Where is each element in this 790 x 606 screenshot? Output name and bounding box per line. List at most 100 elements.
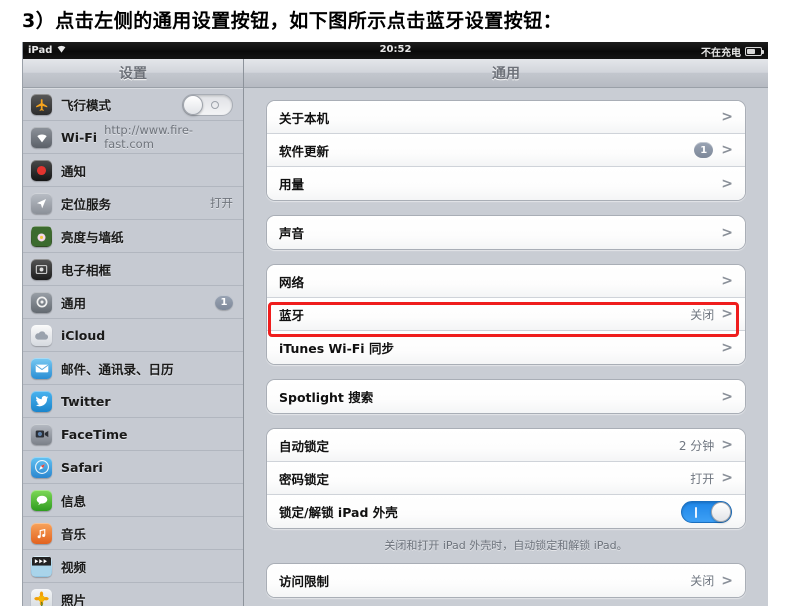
settings-group-spotlight: Spotlight 搜索 >: [266, 379, 746, 414]
chevron-right-icon: >: [721, 175, 733, 192]
sidebar-item-label: 通知: [61, 163, 87, 179]
row-software-update[interactable]: 软件更新 1 >: [267, 134, 745, 167]
sidebar-item-label: 通用: [61, 295, 87, 311]
picture-frame-icon: [31, 258, 52, 280]
sidebar-item-label: 电子相框: [61, 262, 112, 278]
sidebar-item-general[interactable]: 通用 1: [23, 286, 243, 319]
settings-group-about: 关于本机 > 软件更新 1 > 用量 >: [266, 100, 746, 201]
sidebar-item-location-services[interactable]: 定位服务 打开: [23, 187, 243, 220]
notifications-icon: [31, 159, 52, 181]
split-view: 设置 飞行模式 Wi-Fi http://www.fire-fast.com 通…: [23, 59, 768, 606]
row-network[interactable]: 网络 >: [267, 265, 745, 298]
instruction-caption: 3）点击左侧的通用设置按钮，如下图所示点击蓝牙设置按钮：: [22, 10, 563, 32]
sidebar-item-notifications[interactable]: 通知: [23, 154, 243, 187]
row-restrictions[interactable]: 访问限制 关闭 >: [267, 564, 745, 597]
row-label: 密码锁定: [279, 471, 330, 487]
row-usage[interactable]: 用量 >: [267, 167, 745, 200]
general-badge: 1: [215, 294, 233, 310]
status-bar-right: 不在充电: [701, 44, 764, 59]
sidebar-item-twitter[interactable]: Twitter: [23, 385, 243, 418]
row-about[interactable]: 关于本机 >: [267, 101, 745, 134]
sidebar-item-label: 飞行模式: [61, 98, 112, 113]
row-ipad-cover-lock[interactable]: 锁定/解锁 iPad 外壳: [267, 495, 745, 528]
airplane-mode-toggle[interactable]: [182, 93, 233, 116]
chevron-right-icon: >: [721, 388, 733, 405]
general-icon: [31, 291, 52, 313]
row-label: 网络: [279, 274, 305, 290]
sidebar-item-label: iCloud: [61, 327, 106, 343]
sidebar-item-messages[interactable]: 信息: [23, 484, 243, 517]
sidebar-item-photos[interactable]: 照片: [23, 583, 243, 606]
sidebar-item-airplane-mode[interactable]: 飞行模式: [23, 88, 243, 121]
wifi-settings-icon: [31, 126, 52, 148]
sidebar-item-wifi[interactable]: Wi-Fi http://www.fire-fast.com: [23, 121, 243, 154]
location-icon: [31, 192, 52, 214]
general-settings-list: 关于本机 > 软件更新 1 > 用量 > 声音 > 网络 > 蓝牙 关闭 > i…: [244, 88, 768, 606]
row-label: 用量: [279, 177, 305, 192]
detail-title-bar: 通用: [244, 59, 768, 88]
row-label: 访问限制: [279, 574, 330, 589]
chevron-right-icon: >: [721, 470, 733, 486]
chevron-right-icon: >: [721, 273, 733, 289]
sidebar-item-label: 视频: [61, 559, 87, 575]
bluetooth-status-value: 关闭: [690, 307, 715, 322]
row-spotlight-search[interactable]: Spotlight 搜索 >: [267, 380, 745, 413]
settings-sidebar: 设置 飞行模式 Wi-Fi http://www.fire-fast.com 通…: [23, 59, 244, 606]
auto-lock-value: 2 分钟: [678, 438, 715, 453]
chevron-right-icon: >: [721, 109, 733, 125]
row-passcode-lock[interactable]: 密码锁定 打开 >: [267, 462, 745, 495]
sidebar-item-label: 音乐: [61, 526, 87, 542]
ipad-cover-lock-toggle[interactable]: [681, 500, 732, 523]
sidebar-item-icloud[interactable]: iCloud: [23, 319, 243, 352]
status-bar: iPad 20:52 不在充电: [23, 42, 768, 59]
chevron-right-icon: >: [721, 437, 733, 453]
sidebar-item-label: 照片: [61, 592, 87, 606]
sidebar-item-safari[interactable]: Safari: [23, 451, 243, 484]
row-label: 声音: [279, 226, 305, 241]
row-sounds[interactable]: 声音 >: [267, 216, 745, 249]
row-label: 蓝牙: [279, 307, 305, 323]
row-bluetooth[interactable]: 蓝牙 关闭 >: [267, 298, 745, 331]
sidebar-item-label: Wi-Fi: [61, 129, 98, 145]
sidebar-list: 飞行模式 Wi-Fi http://www.fire-fast.com 通知 定…: [23, 88, 243, 606]
passcode-lock-value: 打开: [690, 471, 715, 486]
twitter-icon: [31, 390, 52, 412]
sidebar-item-mail-contacts-calendars[interactable]: 邮件、通讯录、日历: [23, 352, 243, 385]
restrictions-value: 关闭: [690, 574, 715, 588]
row-label: 软件更新: [279, 143, 330, 159]
mail-contacts-calendars-icon: [31, 357, 52, 379]
row-label: Spotlight 搜索: [279, 390, 374, 405]
row-label: 自动锁定: [279, 438, 330, 454]
airplane-icon: [31, 94, 52, 115]
sidebar-item-brightness-wallpaper[interactable]: 亮度与墙纸: [23, 220, 243, 253]
row-auto-lock[interactable]: 自动锁定 2 分钟 >: [267, 429, 745, 462]
brightness-wallpaper-icon: [31, 225, 52, 247]
sidebar-item-picture-frame[interactable]: 电子相框: [23, 253, 243, 286]
settings-group-network: 网络 > 蓝牙 关闭 > iTunes Wi-Fi 同步 >: [266, 264, 746, 365]
row-label: 锁定/解锁 iPad 外壳: [279, 505, 398, 520]
cover-lock-footnote: 关闭和打开 iPad 外壳时，自动锁定和解锁 iPad。: [384, 539, 628, 552]
chevron-right-icon: >: [721, 339, 733, 356]
sidebar-item-label: 信息: [61, 493, 87, 509]
sidebar-item-label: 亮度与墙纸: [61, 229, 124, 245]
sidebar-item-label: 定位服务: [61, 196, 112, 212]
sidebar-item-label: Safari: [61, 459, 103, 475]
icloud-icon: [31, 324, 52, 346]
sidebar-item-music[interactable]: 音乐: [23, 517, 243, 550]
video-icon: [31, 555, 52, 577]
settings-group-restrictions: 访问限制 关闭 >: [266, 563, 746, 598]
sidebar-title-bar: 设置: [23, 59, 243, 88]
settings-group-sounds: 声音 >: [266, 215, 746, 250]
chevron-right-icon: >: [721, 572, 733, 589]
row-label: 关于本机: [279, 110, 330, 126]
sidebar-item-videos[interactable]: 视频: [23, 550, 243, 583]
sidebar-item-facetime[interactable]: FaceTime: [23, 418, 243, 451]
status-bar-clock: 20:52: [379, 44, 412, 55]
chevron-right-icon: >: [721, 306, 733, 322]
settings-group-lock: 自动锁定 2 分钟 > 密码锁定 打开 > 锁定/解锁 iPad 外壳: [266, 428, 746, 529]
sidebar-item-label: 邮件、通讯录、日历: [61, 361, 174, 377]
ipad-screen: iPad 20:52 不在充电 设置 飞行模式 Wi-Fi http://www…: [22, 42, 768, 606]
row-itunes-wifi-sync[interactable]: iTunes Wi-Fi 同步 >: [267, 331, 745, 364]
messages-icon: [31, 489, 52, 511]
sidebar-item-label: FaceTime: [61, 426, 128, 442]
